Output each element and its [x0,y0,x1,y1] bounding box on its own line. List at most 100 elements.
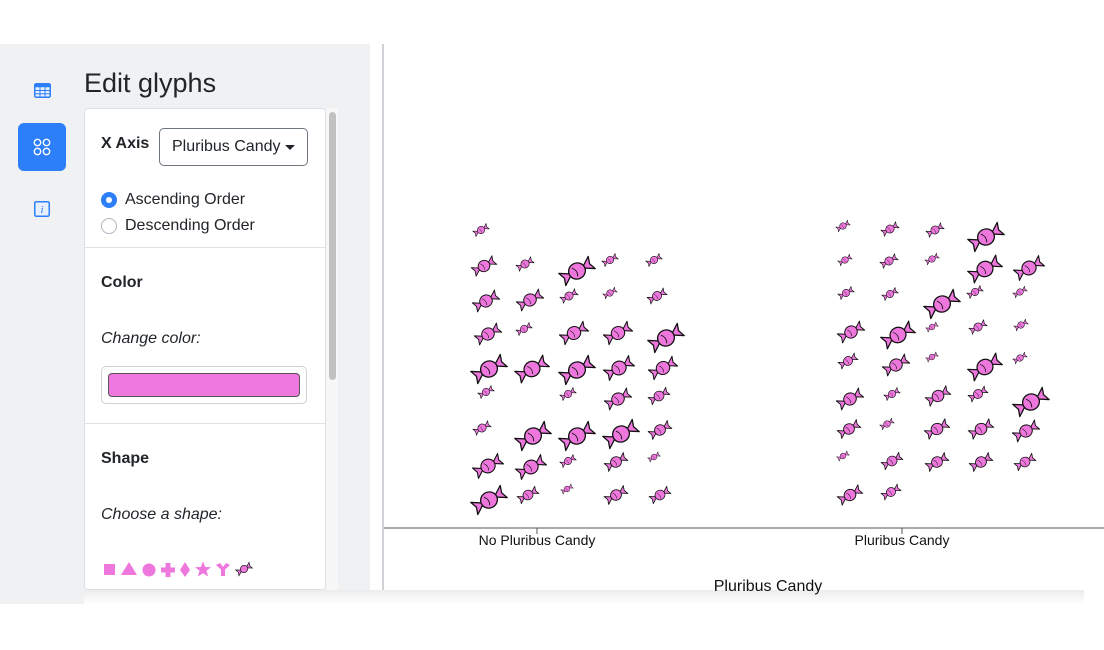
candy-glyph[interactable] [515,288,545,312]
candy-glyph[interactable] [645,253,663,267]
candy-glyph[interactable] [967,352,1003,382]
candy-glyph[interactable] [559,454,577,468]
candy-glyph[interactable] [1013,318,1029,332]
candy-glyph[interactable] [471,453,505,479]
candy-glyph[interactable] [835,219,851,233]
candy-glyph[interactable] [925,321,939,333]
candy-glyph[interactable] [514,454,548,480]
color-swatch[interactable] [108,373,300,397]
candy-glyph[interactable] [966,285,984,299]
candy-glyph[interactable] [471,289,501,313]
candy-glyph[interactable] [836,320,866,344]
wye-icon[interactable] [215,561,231,582]
candy-glyph[interactable] [647,386,671,406]
candy-glyph[interactable] [558,320,590,346]
candy-glyph[interactable] [1012,285,1028,299]
candy-glyph[interactable] [881,353,911,377]
candy-glyph[interactable] [515,256,535,272]
candy-glyph[interactable] [1013,452,1037,472]
candy-glyph[interactable] [968,319,988,335]
candy-glyph[interactable] [648,485,672,505]
candy-glyph[interactable] [516,485,540,505]
cross-icon[interactable] [160,561,176,582]
panel-scrollbar-thumb[interactable] [329,112,336,380]
candy-glyph[interactable] [880,320,916,350]
candy-glyph[interactable] [923,288,961,320]
candy-glyph[interactable] [837,352,859,370]
candy-glyph[interactable] [1012,255,1046,281]
candy-glyph[interactable] [1012,351,1028,365]
candy-glyph[interactable] [836,419,862,439]
candy-glyph[interactable] [967,385,989,403]
candy-glyph[interactable] [1011,419,1041,443]
circle-icon[interactable] [141,561,157,582]
x-axis-dropdown[interactable]: Pluribus Candy [159,128,308,166]
candy-glyph[interactable] [515,322,533,336]
candy-glyph[interactable] [514,420,552,452]
diamond-icon[interactable] [179,561,191,582]
candy-glyph[interactable] [880,483,902,501]
square-icon[interactable] [103,561,117,582]
candy-glyph[interactable] [879,253,899,269]
candy-glyph[interactable] [603,485,629,505]
candy-glyph[interactable] [472,420,492,436]
candy-glyph[interactable] [470,255,498,277]
candy-glyph[interactable] [924,252,940,266]
descending-order-radio[interactable] [101,218,117,234]
candy-glyph[interactable] [883,387,901,401]
descending-order-option[interactable]: Descending Order [101,217,255,235]
color-picker[interactable] [101,366,307,404]
candy-glyph[interactable] [924,385,952,407]
candy-glyph[interactable] [880,451,904,471]
candy-glyph[interactable] [470,353,508,385]
candy-glyph[interactable] [558,420,596,452]
candy-glyph[interactable] [647,451,661,463]
candy-glyph[interactable] [602,418,640,450]
candy-glyph[interactable] [967,221,1005,253]
candy-glyph[interactable] [602,286,618,300]
candy-glyph[interactable] [836,450,850,462]
candy-glyph[interactable] [837,253,853,267]
candy-glyph[interactable] [601,253,619,267]
sidebar-item-table[interactable] [18,66,66,114]
candy-glyph[interactable] [836,484,864,506]
candy-glyph[interactable] [967,418,995,440]
candy-glyph[interactable] [837,286,855,300]
candy-glyph[interactable] [603,452,629,472]
candy-glyph[interactable] [514,354,550,384]
candy-glyph[interactable] [560,483,574,495]
candy-glyph[interactable] [647,322,685,354]
candy-glyph[interactable] [881,287,899,301]
candy-glyph[interactable] [558,354,596,386]
candy-glyph[interactable] [1012,386,1050,418]
candy-glyph[interactable] [880,221,900,237]
ascending-order-option[interactable]: Ascending Order [101,191,245,209]
candy-glyph[interactable] [879,417,895,431]
triangle-icon[interactable] [120,561,138,582]
candy-glyph[interactable] [646,287,668,305]
star-icon[interactable] [194,561,212,582]
candy-glyph[interactable] [647,420,673,440]
candy-glyph[interactable] [559,387,577,401]
candy-glyph[interactable] [558,255,596,287]
sidebar-item-info[interactable]: i [18,185,66,233]
candy-icon[interactable] [234,560,254,583]
candy-glyph[interactable] [925,351,939,363]
candy-glyph[interactable] [472,223,490,237]
candy-glyph[interactable] [925,222,945,238]
ascending-order-radio[interactable] [101,192,117,208]
candy-glyph[interactable] [602,320,634,346]
candy-glyph[interactable] [602,355,636,381]
candy-glyph[interactable] [924,452,950,472]
candy-glyph[interactable] [477,385,495,399]
sidebar-item-glyphs[interactable] [18,123,66,171]
candy-glyph[interactable] [968,452,994,472]
candy-glyph[interactable] [603,387,633,411]
candy-glyph[interactable] [473,322,503,346]
candy-glyph[interactable] [835,387,865,411]
candy-glyph[interactable] [559,288,579,304]
candy-glyph[interactable] [967,254,1003,284]
candy-glyph[interactable] [923,418,951,440]
candy-glyph[interactable] [647,355,679,381]
candy-glyph[interactable] [470,484,508,516]
